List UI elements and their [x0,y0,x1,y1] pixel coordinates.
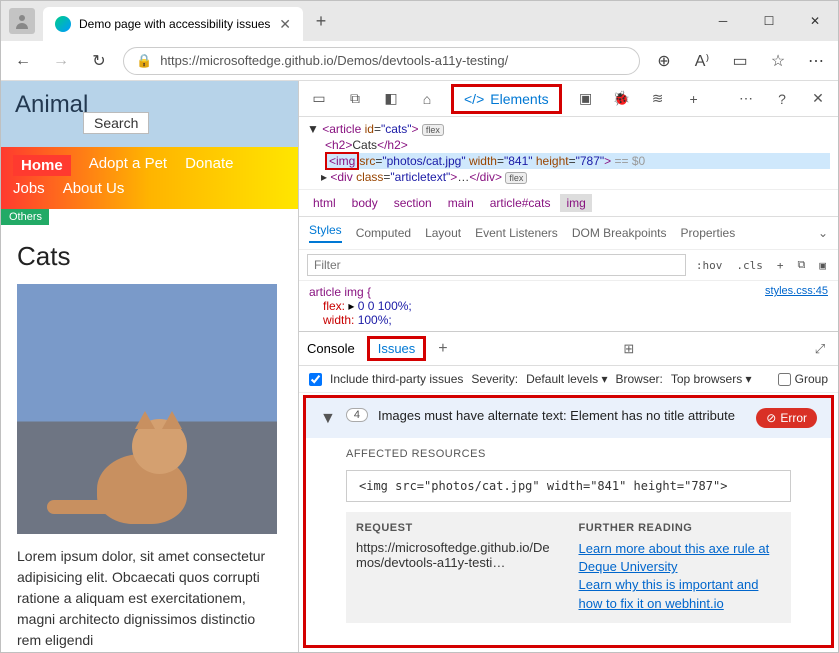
lock-icon: 🔒 [136,53,152,69]
dom-breadcrumb[interactable]: html body section main article#cats img [299,189,838,217]
close-window-button[interactable]: ✕ [792,5,838,37]
selected-dom-node[interactable]: <imgsrc="photos/cat.jpg" width="841" hei… [325,153,830,169]
code-icon: </> [464,91,484,107]
nav-others[interactable]: Others [1,209,49,225]
browser-dropdown[interactable]: Top browsers ▾ [671,372,752,386]
collections-icon[interactable]: ▭ [726,47,754,75]
page-heading: Cats [17,241,282,272]
close-devtools-icon[interactable]: ✕ [806,87,830,111]
tab-computed[interactable]: Computed [356,226,411,240]
address-bar: ← → ↻ 🔒 https://microsoftedge.github.io/… [1,41,838,81]
inspect-icon[interactable]: ▭ [307,87,331,111]
copy-icon[interactable]: ⧉ [794,256,810,274]
site-header: Animal Search [1,81,298,147]
drawer-icon[interactable]: ⊞ [619,341,639,357]
issue-title: Images must have alternate text: Element… [378,408,746,423]
minimize-button[interactable]: ─ [700,5,746,37]
new-rule-icon[interactable]: + [773,257,788,274]
chevron-icon[interactable]: ⌄ [818,226,828,240]
url-text: https://microsoftedge.github.io/Demos/de… [160,53,508,68]
app-icon[interactable]: ⊕ [650,47,678,75]
tab-event-listeners[interactable]: Event Listeners [475,226,558,240]
devtools-toolbar: ▭ ⧉ ◧ ⌂ </> Elements ▣ 🐞 ≋ + ⋯ ? ✕ [299,81,838,117]
article-text: Lorem ipsum dolor, sit amet consectetur … [17,546,282,651]
site-title: Animal [15,91,284,119]
network-icon[interactable]: ≋ [646,87,670,111]
back-button[interactable]: ← [9,47,37,75]
affected-resources-label: AFFECTED RESOURCES [346,448,791,460]
severity-dropdown[interactable]: Default levels ▾ [526,372,607,386]
tab-properties[interactable]: Properties [681,226,736,240]
tab-console[interactable]: Console [307,341,355,356]
nav-adopt[interactable]: Adopt a Pet [89,155,167,176]
site-nav: Home Adopt a Pet Donate Jobs About Us [1,147,298,209]
styles-filter-input[interactable] [307,254,686,276]
tab-styles[interactable]: Styles [309,223,342,243]
chevron-down-icon[interactable]: ▼ [320,410,336,428]
more-tabs-icon[interactable]: + [682,87,706,111]
cat-image [17,284,277,534]
tab-dom-breakpoints[interactable]: DOM Breakpoints [572,226,667,240]
more-icon[interactable]: ⋯ [734,87,758,111]
issue-count-badge: 4 [346,408,368,422]
expand-drawer-icon[interactable]: ⤢ [810,341,830,357]
bug-icon[interactable]: 🐞 [610,87,634,111]
further-reading-label: FURTHER READING [579,522,782,534]
request-url[interactable]: https://microsoftedge.github.io/Demos/de… [356,540,559,570]
new-tab-button[interactable]: + [307,7,335,35]
affected-code[interactable]: <img src="photos/cat.jpg" width="841" he… [346,470,791,502]
dom-tree[interactable]: ▼ <article id="cats"> flex <h2>Cats</h2>… [299,117,838,189]
webpage-viewport: Animal Search Home Adopt a Pet Donate Jo… [1,81,299,652]
further-link-1[interactable]: Learn more about this axe rule at Deque … [579,540,782,576]
include-thirdparty-checkbox[interactable] [309,373,322,386]
cls-toggle[interactable]: .cls [732,257,767,274]
add-drawer-tab-icon[interactable]: + [438,340,447,358]
drawer-tabbar: Console Issues + ⊞ ⤢ [299,331,838,366]
source-link[interactable]: styles.css:45 [765,285,828,297]
devtools-panel: ▭ ⧉ ◧ ⌂ </> Elements ▣ 🐞 ≋ + ⋯ ? ✕ ▼ <ar… [299,81,838,652]
styles-tabbar: Styles Computed Layout Event Listeners D… [299,217,838,250]
console-icon[interactable]: ▣ [574,87,598,111]
tab-layout[interactable]: Layout [425,226,461,240]
error-badge: ⊘Error [756,408,817,428]
group-checkbox[interactable] [778,373,791,386]
titlebar: Demo page with accessibility issues ✕ + … [1,1,838,41]
help-icon[interactable]: ? [770,87,794,111]
further-link-2[interactable]: Learn why this is important and how to f… [579,576,782,612]
device-icon[interactable]: ⧉ [343,87,367,111]
search-label[interactable]: Search [83,112,149,134]
dock-icon[interactable]: ◧ [379,87,403,111]
tab-title: Demo page with accessibility issues [79,17,271,31]
nav-jobs[interactable]: Jobs [13,180,45,197]
profile-avatar[interactable] [9,8,35,34]
issue-row[interactable]: ▼ 4 Images must have alternate text: Ele… [306,398,831,438]
css-rule[interactable]: styles.css:45 article img { flex: ▸ 0 0 … [299,281,838,331]
edge-icon [55,16,71,32]
close-tab-icon[interactable]: ✕ [279,16,291,33]
computed-toggle-icon[interactable]: ▣ [815,257,830,274]
menu-icon[interactable]: ⋯ [802,47,830,75]
nav-home[interactable]: Home [13,155,71,176]
tab-issues[interactable]: Issues [367,336,427,361]
url-field[interactable]: 🔒 https://microsoftedge.github.io/Demos/… [123,47,640,75]
request-label: REQUEST [356,522,559,534]
favorite-icon[interactable]: ☆ [764,47,792,75]
welcome-icon[interactable]: ⌂ [415,87,439,111]
hov-toggle[interactable]: :hov [692,257,727,274]
reload-button[interactable]: ↻ [85,47,113,75]
browser-tab[interactable]: Demo page with accessibility issues ✕ [43,7,303,41]
nav-about[interactable]: About Us [63,180,125,197]
issues-panel: ▼ 4 Images must have alternate text: Ele… [303,395,834,648]
forward-button[interactable]: → [47,47,75,75]
tab-elements[interactable]: </> Elements [451,84,562,114]
maximize-button[interactable]: ☐ [746,5,792,37]
nav-donate[interactable]: Donate [185,155,233,176]
issues-filter-bar: Include third-party issues Severity: Def… [299,366,838,393]
read-aloud-icon[interactable]: A⁾ [688,47,716,75]
